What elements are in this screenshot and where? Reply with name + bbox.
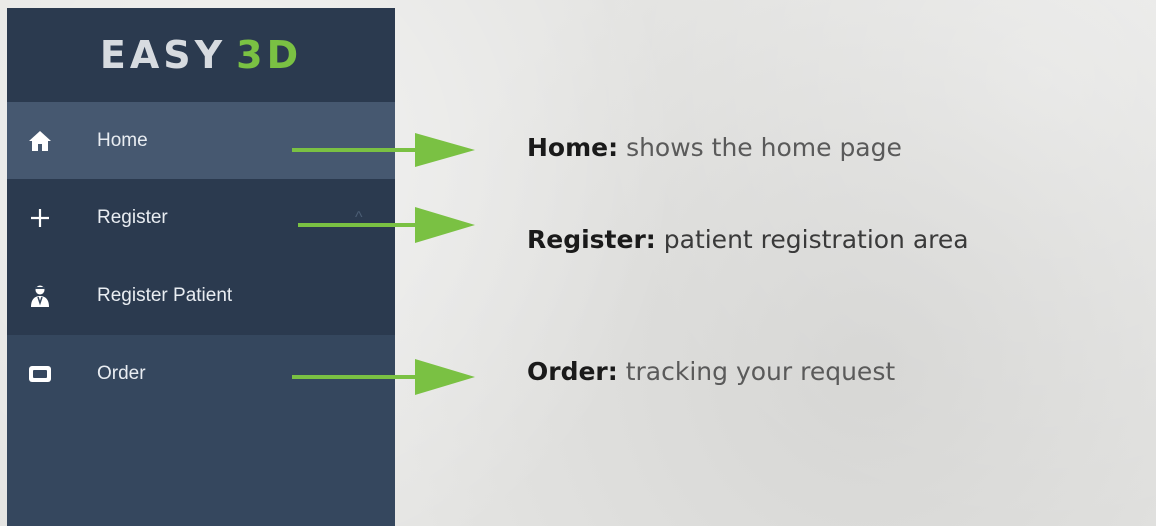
annotation-desc: patient registration area	[663, 225, 969, 254]
annotation-home: Home: shows the home page	[527, 133, 902, 162]
annotation-term: Register:	[527, 225, 656, 254]
annotation-desc: tracking your request	[625, 357, 896, 386]
arrow-register	[298, 207, 475, 243]
annotation-order: Order: tracking your request	[527, 357, 895, 386]
arrows-layer	[292, 133, 475, 395]
arrow-home	[292, 133, 475, 167]
annotation-register: Register: patient registration area	[527, 225, 969, 254]
annotation-desc: shows the home page	[626, 133, 902, 162]
arrow-order	[292, 359, 475, 395]
annotation-term: Order:	[527, 357, 618, 386]
annotation-term: Home:	[527, 133, 619, 162]
